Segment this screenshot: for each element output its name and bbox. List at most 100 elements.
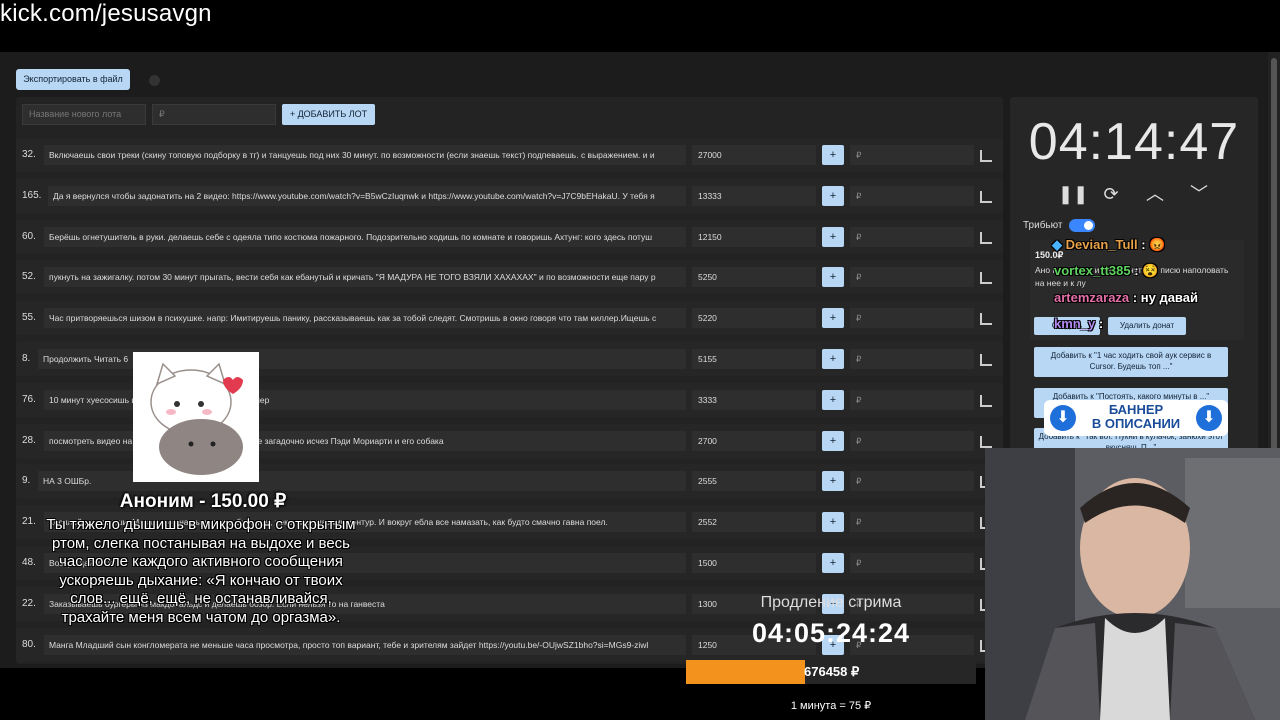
lot-number: 52. xyxy=(22,271,36,283)
description-banner: ⬇ БАННЕР В ОПИСАНИИ ⬇ xyxy=(1044,400,1228,436)
lot-row: 32. Включаешь свои треки (скину топовую п… xyxy=(16,138,1003,172)
lot-number: 55. xyxy=(22,312,36,324)
lot-amount: 2555 xyxy=(692,471,816,492)
lot-amount: 12150 xyxy=(692,226,816,247)
lot-title-input[interactable]: Да я вернулся чтобы задонатить на 2 виде… xyxy=(48,185,686,206)
progress-value: 676458 ₽ xyxy=(804,664,860,679)
image-icon[interactable] xyxy=(980,354,992,366)
arrow-down-icon: ⬇ xyxy=(1196,405,1222,431)
lot-title-input[interactable]: пукнуть на зажигалку. потом 30 минут пры… xyxy=(44,267,686,288)
chat-username: vortex_tt385 xyxy=(1054,263,1131,278)
extension-rate: 1 минута = 75 ₽ xyxy=(790,700,872,712)
progress-fill xyxy=(686,660,805,684)
lot-add-input[interactable]: ₽ xyxy=(850,430,974,451)
export-button[interactable]: Экспортировать в файл xyxy=(16,69,130,90)
add-amount-button[interactable]: + xyxy=(822,145,844,165)
chat-message: kmn_y : xyxy=(1054,316,1103,331)
image-icon[interactable] xyxy=(980,394,992,407)
lot-number: 28. xyxy=(22,434,36,446)
extension-timer: 04:05:24:24 xyxy=(751,618,911,648)
lot-number: 22. xyxy=(22,597,36,609)
lot-number: 32. xyxy=(22,149,36,160)
lot-number: 60. xyxy=(22,230,36,242)
alert-sticker xyxy=(133,352,259,482)
add-amount-button[interactable]: + xyxy=(822,553,844,573)
lot-amount: 13333 xyxy=(692,185,816,206)
lot-title-input[interactable]: Час притворяешься шизом в психушке. напр… xyxy=(44,308,686,329)
lot-add-input[interactable]: ₽ xyxy=(850,267,974,288)
lot-amount: 2552 xyxy=(692,512,816,533)
lot-row: 55. Час притворяешься шизом в психушке. н… xyxy=(16,301,1003,336)
chat-username: artemzaraza xyxy=(1054,290,1130,305)
image-icon[interactable] xyxy=(980,435,992,448)
lot-number: 48. xyxy=(22,557,36,568)
lot-amount: 5250 xyxy=(692,267,816,288)
chat-message: ◆ Devian_Tull : 😡 xyxy=(1052,237,1165,253)
lot-amount: 3333 xyxy=(692,389,816,410)
reset-icon[interactable]: ⟳ xyxy=(1100,183,1122,205)
pause-icon[interactable]: ❚❚ xyxy=(1058,183,1088,205)
add-lot-button[interactable]: + ДОБАВИТЬ ЛОТ xyxy=(282,104,375,125)
lot-add-input[interactable]: ₽ xyxy=(850,145,974,165)
extension-label: Продление стрима xyxy=(760,594,902,611)
lot-row: 52. пукнуть на зажигалку. потом 30 минут … xyxy=(16,260,1003,295)
extension-progress-bar: 676458 ₽ xyxy=(686,660,976,684)
image-icon[interactable] xyxy=(980,190,992,203)
emote-icon: 😵 xyxy=(1142,263,1159,278)
lot-add-input[interactable]: ₽ xyxy=(850,512,974,533)
alert-message: Ты тяжело дышишь в микрофон с открытым р… xyxy=(46,516,356,626)
lot-amount: 5220 xyxy=(692,308,816,329)
chat-username: kmn_y xyxy=(1054,316,1096,331)
timer-display: 04:14:47 xyxy=(1028,113,1240,171)
banner-text: БАННЕР В ОПИСАНИИ xyxy=(1084,403,1188,431)
image-icon[interactable] xyxy=(980,272,992,285)
lot-add-input[interactable]: ₽ xyxy=(850,308,974,329)
lot-add-input[interactable]: ₽ xyxy=(850,226,974,247)
tribute-toggle[interactable] xyxy=(1069,219,1095,232)
chat-separator: : xyxy=(1141,237,1146,252)
add-amount-button[interactable]: + xyxy=(822,389,844,410)
image-icon[interactable] xyxy=(980,150,992,162)
lot-number: 76. xyxy=(22,393,36,405)
chevron-down-icon[interactable]: ﹀ xyxy=(1188,183,1210,205)
webcam-feed xyxy=(985,448,1280,720)
lot-row: 165. Да я вернулся чтобы задонатить на 2 … xyxy=(16,178,1003,213)
new-lot-name-input[interactable]: Название нового лота xyxy=(22,104,146,125)
image-icon[interactable] xyxy=(980,313,992,326)
add-amount-button[interactable]: + xyxy=(822,471,844,492)
add-amount-button[interactable]: + xyxy=(822,349,844,369)
lot-add-input[interactable]: ₽ xyxy=(850,471,974,492)
emote-icon: 😡 xyxy=(1149,237,1166,252)
webcam-image xyxy=(985,448,1280,720)
chat-separator: : xyxy=(1132,290,1138,305)
lot-title-input[interactable]: Включаешь свои треки (скину топовую подб… xyxy=(44,145,686,165)
lot-add-input[interactable]: ₽ xyxy=(850,349,974,369)
delete-donation-button[interactable]: Удалить донат xyxy=(1108,317,1186,335)
banner-line: В ОПИСАНИИ xyxy=(1091,416,1181,431)
image-icon[interactable] xyxy=(980,231,992,244)
chat-username: Devian_Tull xyxy=(1065,237,1138,252)
lot-number: 80. xyxy=(22,638,36,650)
lot-add-input[interactable]: ₽ xyxy=(850,553,974,573)
new-lot-price-input[interactable]: ₽ xyxy=(152,104,276,125)
lot-amount: 5155 xyxy=(692,349,816,369)
lot-add-input[interactable]: ₽ xyxy=(850,389,974,410)
add-amount-button[interactable]: + xyxy=(822,512,844,533)
chat-message: vortex_tt385 : 😵 xyxy=(1054,263,1158,279)
lot-amount: 2700 xyxy=(692,430,816,451)
add-amount-button[interactable]: + xyxy=(822,267,844,288)
add-to-lot-button[interactable]: Добавить к "1 час ходить свой аук сервис… xyxy=(1034,347,1228,377)
add-amount-button[interactable]: + xyxy=(822,308,844,329)
lot-number: 9. xyxy=(22,475,31,487)
add-amount-button[interactable]: + xyxy=(822,185,844,206)
add-amount-button[interactable]: + xyxy=(822,430,844,451)
lot-title-input[interactable]: Берёшь огнетушитель в руки. делаешь себе… xyxy=(44,226,686,247)
status-dot xyxy=(149,75,160,86)
tribute-label: Трибьют xyxy=(1023,220,1063,231)
chat-separator: : xyxy=(1134,263,1139,278)
chevron-up-icon[interactable]: ︿ xyxy=(1144,183,1166,205)
lot-title-input[interactable]: Манга Младший сын конгломерата не меньше… xyxy=(44,634,686,655)
add-amount-button[interactable]: + xyxy=(822,226,844,247)
lot-row: 60. Берёшь огнетушитель в руки. делаешь с… xyxy=(16,219,1003,254)
lot-add-input[interactable]: ₽ xyxy=(850,185,974,206)
